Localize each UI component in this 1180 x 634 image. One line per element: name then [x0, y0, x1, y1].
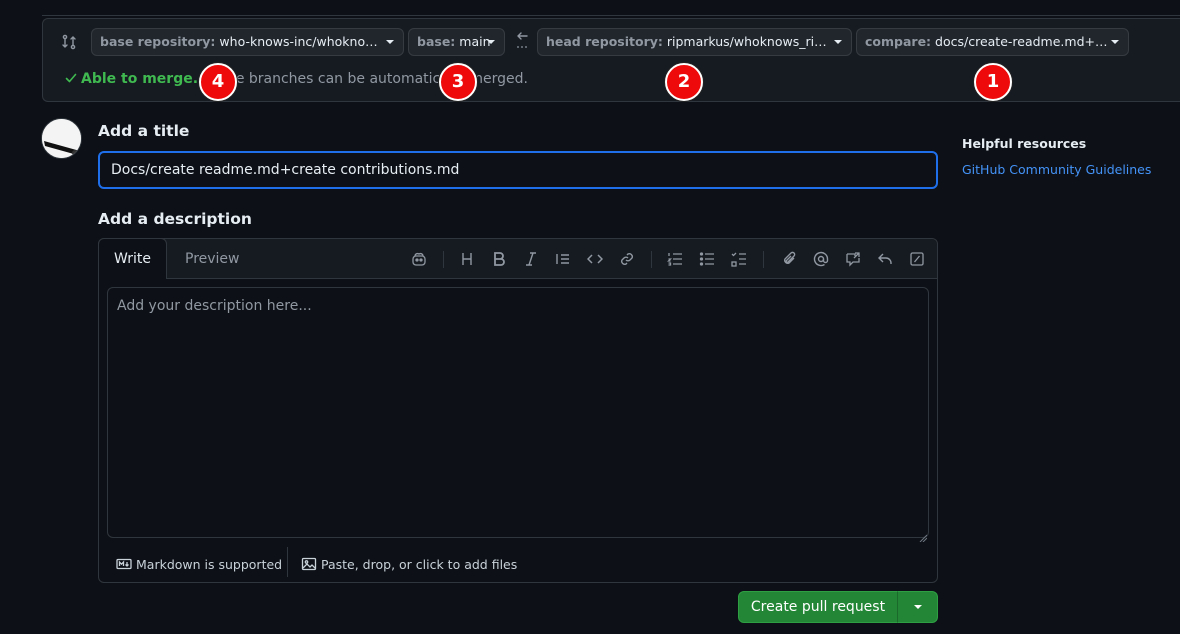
merge-status-label: Able to merge.: [81, 71, 199, 87]
attach-files[interactable]: Paste, drop, or click to add files: [301, 556, 517, 572]
image-icon: [301, 557, 317, 571]
avatar[interactable]: [41, 118, 82, 159]
chevron-down-icon: [487, 40, 495, 44]
tab-write[interactable]: Write: [98, 238, 167, 279]
git-compare-icon: [61, 34, 77, 50]
base-branch-value: main: [459, 34, 491, 49]
editor-footer: Markdown is supported Paste, drop, or cl…: [99, 545, 937, 583]
compare-branch-select[interactable]: compare: docs/create-readme.md+creat...: [856, 28, 1129, 56]
task-list-icon[interactable]: [731, 251, 747, 267]
link-icon[interactable]: [619, 251, 635, 267]
toolbar-divider: [651, 251, 652, 268]
check-icon: [65, 72, 77, 84]
markdown-note: Markdown is supported: [136, 557, 283, 572]
top-divider: [42, 0, 1180, 16]
chevron-down-icon: [386, 40, 394, 44]
marker-1: 1: [974, 63, 1012, 101]
title-heading: Add a title: [98, 122, 190, 140]
markdown-supported[interactable]: Markdown is supported: [116, 556, 282, 572]
markdown-icon: [116, 558, 132, 570]
head-repository-key: head repository:: [546, 34, 663, 49]
slash-command-icon[interactable]: [909, 251, 925, 267]
ordered-list-icon[interactable]: [667, 251, 683, 267]
marker-4: 4: [199, 63, 237, 101]
compare-key: compare:: [865, 34, 932, 49]
create-pull-request-button[interactable]: Create pull request: [738, 591, 898, 623]
chevron-down-icon: [834, 40, 842, 44]
heading-icon[interactable]: [459, 251, 475, 267]
base-repository-value: who-knows-inc/whoknows_va...: [219, 34, 385, 49]
marker-3: 3: [439, 63, 477, 101]
paperclip-icon[interactable]: [781, 251, 797, 267]
base-repository-select[interactable]: base repository: who-knows-inc/whoknows_…: [91, 28, 404, 56]
unordered-list-icon[interactable]: [699, 251, 715, 267]
base-repository-key: base repository:: [100, 34, 216, 49]
head-repository-select[interactable]: head repository: ripmarkus/whoknows_ripm…: [537, 28, 852, 56]
chevron-down-icon: [914, 605, 922, 609]
base-branch-key: base:: [417, 34, 456, 49]
resize-handle-icon[interactable]: [919, 527, 928, 543]
merge-status-message: These branches can be automatically merg…: [202, 71, 528, 87]
head-repository-value: ripmarkus/whoknows_ripmar...: [666, 34, 834, 49]
mention-icon[interactable]: [813, 251, 829, 267]
arrow-left-icon: [515, 30, 529, 52]
copilot-icon[interactable]: [411, 251, 427, 267]
helpful-resources-heading: Helpful resources: [962, 136, 1087, 151]
bold-icon[interactable]: [491, 251, 507, 267]
attach-note: Paste, drop, or click to add files: [321, 557, 518, 572]
footer-divider: [287, 547, 288, 577]
marker-2: 2: [665, 63, 703, 101]
description-textarea[interactable]: [107, 287, 929, 538]
tab-preview[interactable]: Preview: [185, 239, 240, 279]
reply-icon[interactable]: [877, 251, 893, 267]
description-editor: Write Preview Add your description here.…: [98, 238, 938, 583]
reference-icon[interactable]: [845, 251, 861, 267]
description-heading: Add a description: [98, 210, 252, 228]
toolbar-divider: [763, 251, 764, 268]
title-input[interactable]: [98, 151, 938, 189]
community-guidelines-link[interactable]: GitHub Community Guidelines: [962, 162, 1151, 177]
create-pull-request-dropdown[interactable]: [897, 591, 938, 623]
quote-icon[interactable]: [555, 251, 571, 267]
compare-value: docs/create-readme.md+creat...: [935, 34, 1113, 49]
code-icon[interactable]: [587, 251, 603, 267]
toolbar-divider: [443, 251, 444, 268]
chevron-down-icon: [1111, 40, 1119, 44]
base-branch-select[interactable]: base: main: [408, 28, 505, 56]
editor-toolbar: Write Preview: [98, 238, 937, 279]
italic-icon[interactable]: [523, 251, 539, 267]
